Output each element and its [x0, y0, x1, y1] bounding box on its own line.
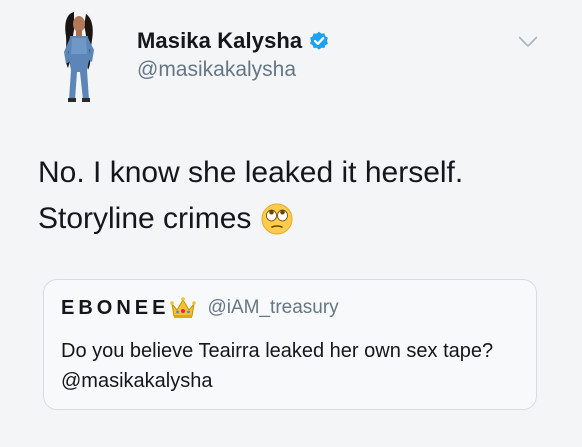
quoted-tweet-text: Do you believe Teairra leaked her own se…: [61, 340, 494, 392]
tweet-text-line-1: No. I know she leaked it herself.: [38, 156, 464, 189]
tweet-text-line: Storyline crimes: [38, 196, 558, 242]
quoted-tweet-header: EBONEE @iAM_treasury: [61, 296, 339, 320]
rolling-eyes-emoji-icon: [261, 203, 293, 235]
author-name-row[interactable]: Masika Kalysha: [137, 28, 329, 54]
tweet-text-line: No. I know she leaked it herself.: [38, 150, 558, 196]
chevron-down-icon: [518, 36, 538, 47]
crown-icon: [170, 297, 197, 318]
tweet-menu-button[interactable]: [518, 36, 538, 48]
tweet-text-line-2: Storyline crimes: [38, 202, 252, 235]
quoted-author-name[interactable]: EBONEE: [61, 297, 169, 320]
quoted-author-handle[interactable]: @iAM_treasury: [207, 297, 338, 319]
author-avatar[interactable]: [52, 8, 106, 104]
tweet-body: No. I know she leaked it herself. Storyl…: [38, 150, 558, 242]
quoted-tweet-card[interactable]: EBONEE @iAM_treasury Do you believe Teai…: [43, 279, 537, 410]
tweet-card[interactable]: Masika Kalysha @masikakalysha No. I know…: [0, 0, 582, 447]
avatar-image: [52, 8, 106, 104]
author-display-name[interactable]: Masika Kalysha: [137, 28, 302, 54]
verified-badge-icon: [310, 31, 329, 50]
author-handle[interactable]: @masikakalysha: [137, 58, 296, 82]
